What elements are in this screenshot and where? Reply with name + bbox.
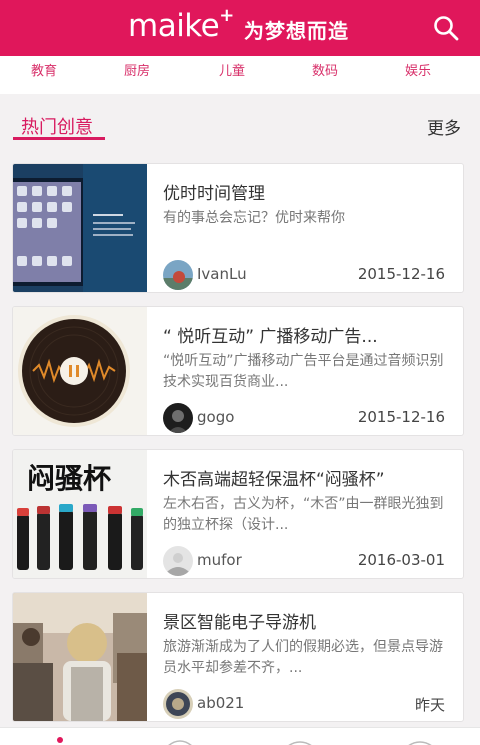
card-description: “悦听互动”广播移动广告平台是通过音频识别技术实现百货商业...	[163, 353, 444, 390]
card-title: “ 悦听互动” 广播移动广告...	[163, 327, 378, 347]
author-avatar[interactable]	[163, 403, 193, 433]
card-title: 木否高端超轻保温杯“闷骚杯”	[163, 470, 385, 490]
section-title: 热门创意	[21, 117, 93, 138]
app-slogan: 为梦想而造	[244, 19, 349, 43]
post-date: 2015-12-16	[357, 408, 445, 426]
idea-card[interactable]: “ 悦听互动” 广播移动广告... “悦听互动”广播移动广告平台是通过音频识别技…	[12, 306, 464, 436]
card-thumbnail: 闷骚杯	[13, 450, 147, 578]
section-title-underline	[13, 137, 105, 140]
more-link[interactable]: 更多	[427, 114, 461, 139]
card-title: 优时时间管理	[163, 184, 265, 204]
category-tab-digital[interactable]: 数码	[312, 60, 338, 79]
search-icon[interactable]	[432, 14, 460, 42]
home-icon	[57, 737, 63, 743]
card-title: 景区智能电子导游机	[163, 613, 316, 633]
author-avatar[interactable]	[163, 546, 193, 576]
card-thumbnail	[13, 164, 147, 292]
post-date: 昨天	[414, 696, 445, 714]
card-description: 左木右否，古义为杯，“木否”由一群眼光独到的独立杯探（设计...	[163, 496, 444, 533]
category-tab-entertainment[interactable]: 娱乐	[405, 60, 431, 79]
author-name[interactable]: gogo	[197, 408, 234, 426]
card-thumbnail	[13, 593, 147, 721]
author-name[interactable]: ab021	[197, 694, 244, 712]
idea-card[interactable]: 优时时间管理 有的事总会忘记？优时来帮你 IvanLu 2015-12-16	[12, 163, 464, 293]
thumbnail-brand-text: 闷骚杯	[27, 462, 111, 495]
discover-icon	[168, 740, 192, 745]
section-header: 热门创意 更多	[0, 94, 480, 152]
category-tab-kitchen[interactable]: 厨房	[124, 60, 150, 79]
idea-card[interactable]: 闷骚杯 木否高端超轻保温杯“闷骚杯” 左木右否，古义为杯，“木否”由一群眼光独到…	[12, 449, 464, 579]
app-logo[interactable]: maike+	[128, 5, 234, 44]
card-thumbnail	[13, 307, 147, 435]
post-date: 2016-03-01	[357, 551, 445, 569]
category-tab-children[interactable]: 儿童	[219, 60, 245, 79]
card-description: 旅游渐渐成为了人们的假期必选，但景点导游员水平却参差不齐，...	[163, 639, 443, 676]
category-bar: 教育 厨房 儿童 数码 娱乐	[0, 56, 480, 94]
author-name[interactable]: mufor	[197, 551, 242, 569]
post-date: 2015-12-16	[357, 265, 445, 283]
author-avatar[interactable]	[163, 689, 193, 719]
author-avatar[interactable]	[163, 260, 193, 290]
author-name[interactable]: IvanLu	[197, 265, 247, 283]
idea-card[interactable]: 景区智能电子导游机 旅游渐渐成为了人们的假期必选，但景点导游员水平却参差不齐，.…	[12, 592, 464, 722]
bottom-nav-bar	[0, 727, 480, 745]
category-tab-education[interactable]: 教育	[31, 60, 57, 79]
top-app-bar: maike+ 为梦想而造	[0, 0, 480, 56]
card-description: 有的事总会忘记？优时来帮你	[163, 210, 345, 226]
